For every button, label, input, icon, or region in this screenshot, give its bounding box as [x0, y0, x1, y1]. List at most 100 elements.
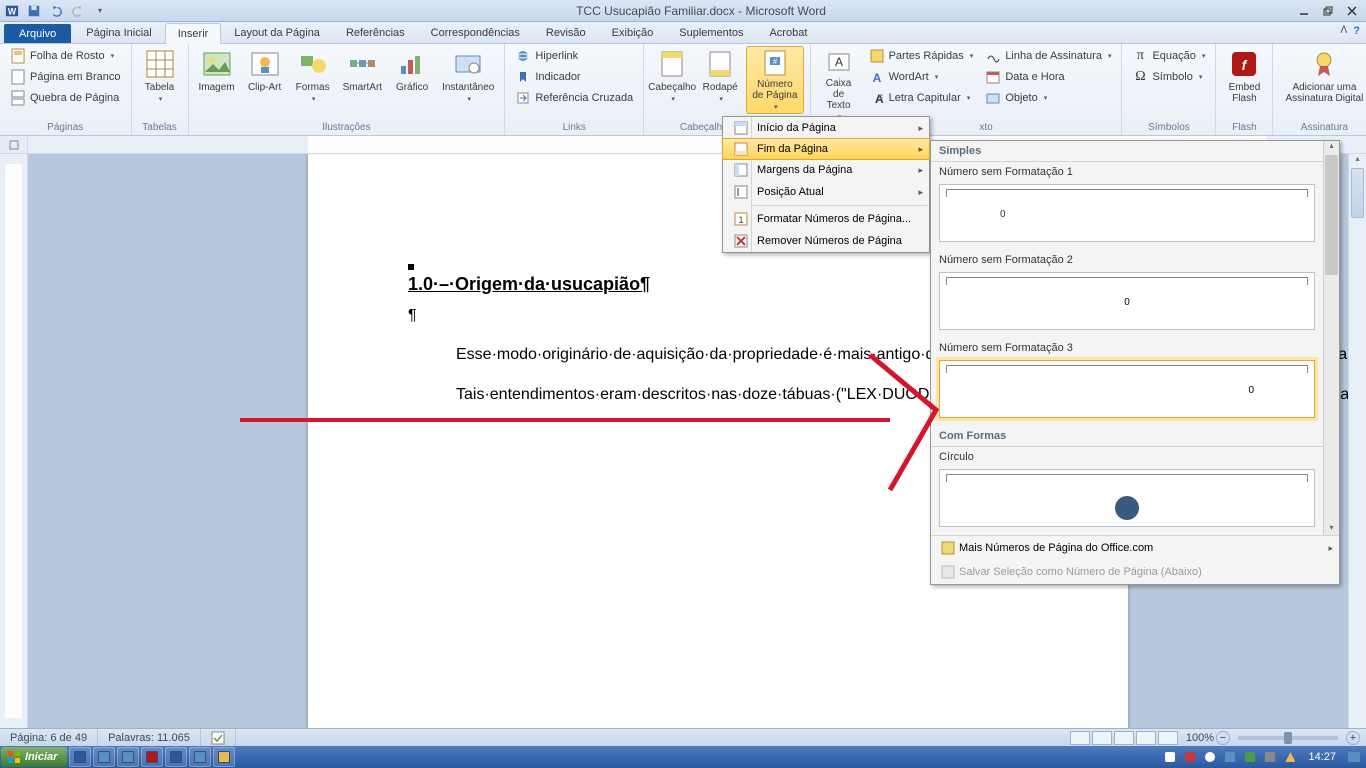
view-print-layout-icon[interactable] [1070, 731, 1090, 745]
tab-home[interactable]: Página Inicial [73, 22, 164, 43]
smartart-button[interactable]: SmartArt [339, 46, 386, 114]
tray-icon[interactable] [1262, 749, 1278, 765]
menu-top-of-page[interactable]: Início da Página▸ [723, 117, 929, 139]
view-web-icon[interactable] [1114, 731, 1134, 745]
hyperlink-button[interactable]: Hiperlink [511, 46, 637, 66]
crossref-button[interactable]: Referência Cruzada [511, 88, 637, 108]
bookmark-button[interactable]: Indicador [511, 67, 637, 87]
view-fullscreen-icon[interactable] [1092, 731, 1112, 745]
ribbon: Folha de Rosto▾ Página em Branco Quebra … [0, 44, 1366, 136]
taskbar-app-icon[interactable] [93, 747, 115, 767]
tab-references[interactable]: Referências [333, 22, 418, 43]
screenshot-button[interactable]: Instantâneo▾ [438, 46, 498, 114]
taskbar-app-icon[interactable] [165, 747, 187, 767]
wordart-button[interactable]: AWordArt▾ [865, 67, 978, 87]
quickparts-button[interactable]: Partes Rápidas▾ [865, 46, 978, 66]
ruler-corner[interactable] [0, 136, 28, 153]
zoom-slider[interactable] [1238, 736, 1338, 740]
table-button[interactable]: Tabela▾ [138, 46, 182, 114]
tab-insert[interactable]: Inserir [165, 23, 222, 44]
gallery-item-plain1[interactable]: 0 [939, 184, 1315, 242]
qat-customize-icon[interactable]: ▾ [90, 2, 110, 20]
menu-bottom-of-page[interactable]: Fim da Página▸ [722, 138, 930, 160]
tray-icon[interactable] [1162, 749, 1178, 765]
signature-line-button[interactable]: Linha de Assinatura▾ [981, 46, 1115, 66]
svg-text:#: # [773, 57, 778, 66]
tray-icon[interactable] [1222, 749, 1238, 765]
symbol-button[interactable]: ΩSímbolo▾ [1128, 67, 1209, 87]
gallery-more-from-office[interactable]: Mais Números de Página do Office.com ▸ [931, 536, 1339, 560]
tab-layout[interactable]: Layout da Página [221, 22, 333, 43]
tab-review[interactable]: Revisão [533, 22, 599, 43]
redo-icon[interactable] [68, 2, 88, 20]
status-page[interactable]: Página: 6 de 49 [0, 729, 98, 746]
vertical-scrollbar[interactable]: ▴ [1348, 154, 1366, 728]
minimize-ribbon-icon[interactable]: ᐱ [1340, 25, 1347, 37]
textbox-button[interactable]: ACaixa de Texto▾ [817, 46, 861, 114]
menu-format-page-numbers[interactable]: 1 Formatar Números de Página... [723, 208, 929, 230]
scrollbar-thumb[interactable] [1325, 155, 1338, 275]
scrollbar-thumb[interactable] [1351, 168, 1364, 218]
page-break-button[interactable]: Quebra de Página [6, 88, 125, 108]
tray-icon[interactable] [1282, 749, 1298, 765]
menu-page-margins[interactable]: Margens da Página▸ [723, 159, 929, 181]
tab-view[interactable]: Exibição [599, 22, 667, 43]
dropcap-button[interactable]: ALetra Capitular▾ [865, 88, 978, 108]
menu-remove-page-numbers[interactable]: Remover Números de Página [723, 230, 929, 252]
gallery-item-label: Número sem Formatação 1 [931, 162, 1323, 182]
tab-mailings[interactable]: Correspondências [418, 22, 533, 43]
gallery-scrollbar[interactable]: ▴ ▾ [1323, 141, 1339, 535]
word-app-icon[interactable]: W [2, 2, 22, 20]
gallery-item-plain3[interactable]: 0 [939, 360, 1315, 418]
page-number-button[interactable]: #Número de Página▾ [746, 46, 803, 114]
taskbar-app-icon[interactable] [69, 747, 91, 767]
tab-acrobat[interactable]: Acrobat [756, 22, 820, 43]
tray-icon[interactable] [1242, 749, 1258, 765]
tray-icon[interactable] [1346, 749, 1362, 765]
cover-page-button[interactable]: Folha de Rosto▾ [6, 46, 125, 66]
start-button[interactable]: Iniciar [1, 747, 67, 767]
digital-signature-button[interactable]: Adicionar uma Assinatura Digital [1279, 46, 1366, 114]
equation-button[interactable]: πEquação▾ [1128, 46, 1209, 66]
screenshot-icon [452, 48, 484, 80]
ribbon-group-label: Páginas [6, 120, 125, 135]
restore-icon[interactable] [1316, 3, 1340, 19]
status-proofing-icon[interactable] [201, 729, 236, 746]
symbol-icon: Ω [1132, 69, 1148, 85]
save-icon[interactable] [24, 2, 44, 20]
header-button[interactable]: Cabeçalho▾ [650, 46, 694, 114]
taskbar-app-icon[interactable] [189, 747, 211, 767]
tab-file[interactable]: Arquivo [4, 24, 71, 43]
view-outline-icon[interactable] [1136, 731, 1156, 745]
taskbar-app-icon[interactable] [213, 747, 235, 767]
help-icon[interactable]: ? [1353, 25, 1360, 37]
gallery-item-plain2[interactable]: 0 [939, 272, 1315, 330]
picture-button[interactable]: Imagem [195, 46, 239, 114]
taskbar-app-icon[interactable] [141, 747, 163, 767]
menu-current-position[interactable]: Posição Atual▸ [723, 181, 929, 203]
object-button[interactable]: Objeto▾ [981, 88, 1115, 108]
embed-flash-button[interactable]: fEmbed Flash [1222, 46, 1266, 114]
status-word-count[interactable]: Palavras: 11.065 [98, 729, 201, 746]
datetime-button[interactable]: Data e Hora [981, 67, 1115, 87]
undo-icon[interactable] [46, 2, 66, 20]
tray-clock[interactable]: 14:27 [1302, 751, 1342, 763]
zoom-slider-thumb[interactable] [1284, 732, 1292, 744]
zoom-level[interactable]: 100% [1186, 732, 1214, 744]
close-icon[interactable] [1340, 3, 1364, 19]
tray-icon[interactable] [1202, 749, 1218, 765]
clipart-button[interactable]: Clip-Art [243, 46, 287, 114]
footer-button[interactable]: Rodapé▾ [698, 46, 742, 114]
taskbar-app-icon[interactable] [117, 747, 139, 767]
wordart-icon: A [869, 69, 885, 85]
view-draft-icon[interactable] [1158, 731, 1178, 745]
minimize-icon[interactable] [1292, 3, 1316, 19]
tray-icon[interactable] [1182, 749, 1198, 765]
zoom-in-icon[interactable]: + [1346, 731, 1360, 745]
tab-addins[interactable]: Suplementos [666, 22, 756, 43]
gallery-item-circle[interactable] [939, 469, 1315, 527]
blank-page-button[interactable]: Página em Branco [6, 67, 125, 87]
shapes-button[interactable]: Formas▾ [291, 46, 335, 114]
chart-button[interactable]: Gráfico [390, 46, 434, 114]
zoom-out-icon[interactable]: − [1216, 731, 1230, 745]
